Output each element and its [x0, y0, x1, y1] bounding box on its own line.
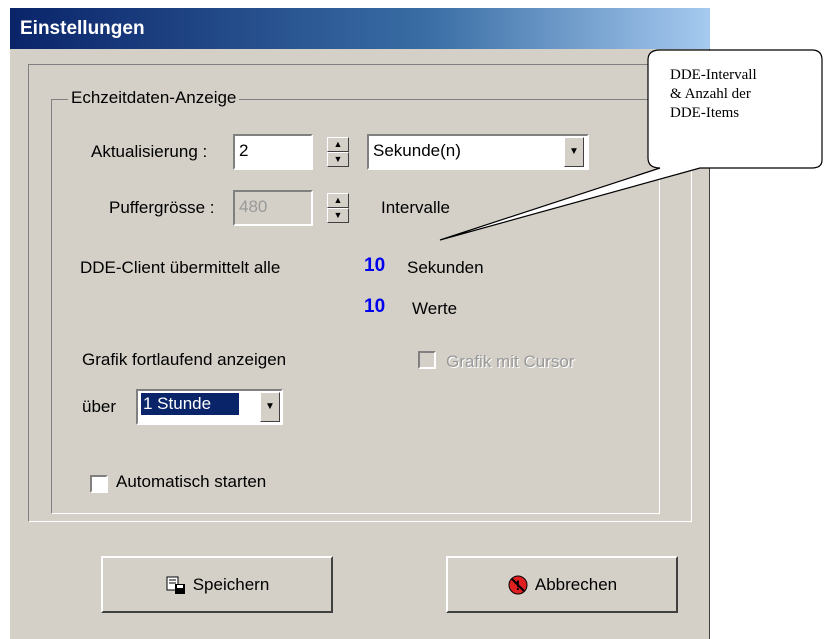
callout-bubble: [439, 49, 823, 241]
callout-line-3: DDE-Items: [670, 105, 740, 121]
callout-text: DDE-Intervall & Anzahl der DDE-Items: [670, 66, 757, 123]
callout-line-2: & Anzahl der: [670, 86, 751, 102]
callout-line-1: DDE-Intervall: [670, 67, 757, 83]
